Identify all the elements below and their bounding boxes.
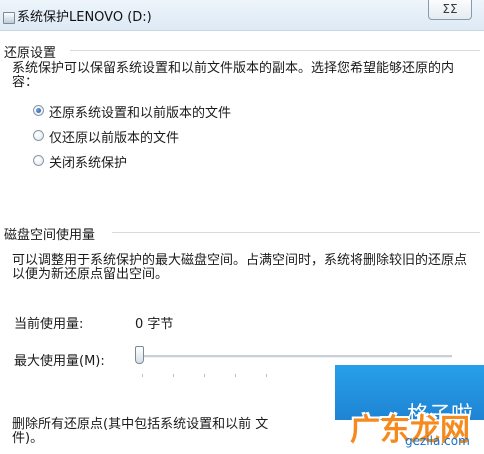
radio-button[interactable] xyxy=(33,105,44,116)
radio-label: 还原系统设置和以前版本的文件 xyxy=(49,106,232,121)
slider-tick xyxy=(173,374,174,377)
disk-usage-header: 磁盘空间使用量 xyxy=(4,228,96,243)
disk-description: 可以调整用于系统保护的最大磁盘空间。占满空间时，系统将删除较旧的还原点以便为新还… xyxy=(12,253,468,282)
window-titlebar: 系统保护LENOVO (D:) ΣΣ xyxy=(0,0,484,31)
slider-tick xyxy=(142,374,143,377)
disk-divider xyxy=(112,232,480,233)
delete-restore-points-description: 删除所有还原点(其中包括系统设置和以前 文件)。 xyxy=(12,417,269,446)
max-usage-label: 最大使用量(M): xyxy=(14,354,105,369)
slider-tick xyxy=(204,374,205,377)
watermark-url: gezila.com xyxy=(405,434,470,448)
restore-divider xyxy=(70,50,480,51)
slider-tick xyxy=(235,374,236,377)
close-button[interactable]: ΣΣ xyxy=(428,0,472,20)
close-icon: ΣΣ xyxy=(442,2,458,16)
max-usage-slider-track[interactable] xyxy=(138,355,452,358)
watermark-logo: 格子啦 广东龙网 gezila.com xyxy=(295,365,484,454)
radio-selected-dot xyxy=(36,108,41,113)
current-usage-value: 0 字节 xyxy=(135,317,174,332)
drive-icon xyxy=(3,12,15,24)
window-title: 系统保护LENOVO (D:) xyxy=(17,10,152,25)
current-usage-label: 当前使用量: xyxy=(14,317,84,332)
max-usage-slider-thumb[interactable] xyxy=(135,346,144,364)
slider-tick xyxy=(266,374,267,377)
radio-button[interactable] xyxy=(33,130,44,141)
restore-settings-header: 还原设置 xyxy=(4,46,57,61)
radio-label: 关闭系统保护 xyxy=(49,156,128,171)
radio-button[interactable] xyxy=(33,155,44,166)
radio-label: 仅还原以前版本的文件 xyxy=(49,131,180,146)
restore-description: 系统保护可以保留系统设置和以前文件版本的副本。选择您希望能够还原的内容： xyxy=(12,61,455,90)
